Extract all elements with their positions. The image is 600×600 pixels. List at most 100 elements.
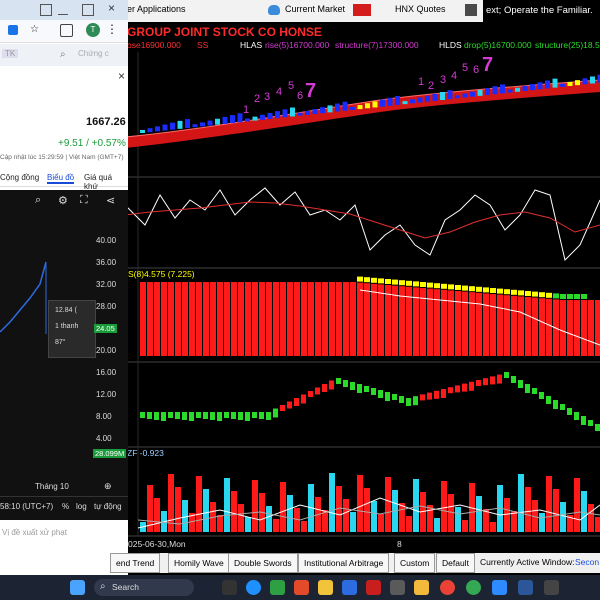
app-icon-5[interactable] [318, 580, 333, 595]
price-candle [492, 86, 498, 95]
lower-candle [140, 412, 145, 418]
price-candle [395, 95, 400, 105]
volume-bar [490, 522, 496, 532]
price-candle [470, 91, 475, 97]
applications-menu[interactable]: er Applications [127, 4, 186, 14]
more-icon[interactable]: ⋮ [106, 22, 118, 36]
hlas-structure: structure(7)17300.000 [335, 40, 419, 50]
close-icon[interactable]: × [118, 69, 125, 83]
tab-icon-1[interactable] [40, 4, 52, 16]
minimize-icon[interactable] [58, 4, 68, 15]
price-candle [260, 114, 265, 120]
price-candle [192, 124, 198, 128]
lower-candle [539, 392, 544, 399]
extension-icon[interactable] [60, 24, 73, 37]
app-icon-12[interactable] [492, 580, 507, 595]
volume-bar [231, 491, 237, 532]
lower-candle [364, 386, 369, 392]
histogram-cap [504, 289, 510, 295]
lower-candle [343, 380, 348, 387]
oscillator-red [124, 201, 600, 239]
task-view-icon[interactable] [222, 580, 237, 595]
search-box-placeholder[interactable]: Chứng c [78, 49, 109, 58]
volume-bar [266, 506, 272, 532]
word-icon[interactable] [518, 580, 533, 595]
chrome-icon-2[interactable] [466, 580, 481, 595]
lower-candle [329, 380, 334, 390]
share-icon[interactable]: ⋖ [106, 194, 115, 207]
folder-icon[interactable] [414, 580, 429, 595]
tab-double-swords[interactable]: Double Swords [228, 553, 298, 573]
current-market-menu[interactable]: Current Market [285, 4, 345, 14]
volume-bar [238, 504, 244, 532]
app-icon-6[interactable] [342, 580, 357, 595]
nav-chart[interactable]: Biểu đồ [47, 173, 75, 184]
lower-candle [252, 412, 257, 418]
volume-bar [406, 516, 412, 532]
close-value: ose16900.000 [127, 40, 181, 50]
price-candle [447, 90, 453, 100]
lower-candle [154, 412, 159, 420]
seq-2-4: 4 [451, 70, 458, 82]
histogram-bar [259, 282, 265, 356]
histogram-bar [329, 282, 335, 356]
lower-candle [371, 388, 376, 395]
price-candle [305, 110, 310, 115]
zoom-icon[interactable]: ⌕ [35, 194, 41, 207]
star-icon[interactable]: ☆ [30, 24, 39, 35]
tab-default[interactable]: Default [436, 553, 475, 573]
tab-custom[interactable]: Custom [394, 553, 436, 573]
lower-candle [560, 404, 565, 410]
log-toggle[interactable]: log [76, 502, 87, 511]
hnx-quotes-menu[interactable]: HNX Quotes [395, 4, 446, 14]
window-icon[interactable] [465, 4, 477, 16]
timezone-label[interactable]: 58:10 (UTC+7) [0, 502, 53, 511]
edge-icon[interactable] [246, 580, 261, 595]
fullscreen-icon[interactable]: ⛶ [80, 194, 88, 207]
nav-history[interactable]: Giá quá khứ [84, 173, 128, 191]
tab-homily-wave[interactable]: Homily Wave [168, 553, 230, 573]
app-icon-14[interactable] [544, 580, 559, 595]
office-icon[interactable] [294, 580, 309, 595]
seq-2-3: 3 [440, 74, 447, 86]
chrome-icon[interactable] [440, 580, 455, 595]
browser-tabs: × [0, 0, 128, 20]
window-close-icon[interactable]: × [108, 1, 115, 15]
histogram-cap [560, 294, 566, 299]
app-icon-8[interactable] [390, 580, 405, 595]
histogram-bar [357, 282, 363, 356]
histogram-bar [483, 293, 489, 356]
histogram-bar [210, 282, 216, 356]
price-candle [155, 126, 160, 132]
seq-2-1: 1 [418, 76, 425, 88]
app-icon-7[interactable] [366, 580, 381, 595]
volume-bar [329, 473, 335, 532]
volume-bar [357, 475, 363, 532]
lower-candle [189, 412, 194, 421]
taskbar-search[interactable]: ⌕ Search [94, 579, 194, 596]
profile-avatar[interactable]: T [86, 23, 100, 37]
histogram-bar [392, 285, 398, 356]
seq-1-5: 5 [288, 80, 295, 92]
histogram-cap [392, 279, 398, 285]
price-candle [275, 111, 280, 119]
address-bar[interactable]: ☆ T ⋮ [0, 20, 128, 43]
maximize-icon[interactable] [82, 4, 94, 16]
plus-circle-icon[interactable]: ⊕ [104, 481, 112, 492]
histogram-cap [413, 281, 419, 287]
lower-candle [315, 387, 320, 395]
search-icon[interactable]: ⌕ [60, 49, 66, 60]
volume-bar [546, 476, 552, 532]
windows-start-icon[interactable] [70, 580, 85, 595]
settings-icon[interactable]: ⚙ [58, 194, 68, 207]
tab-trend[interactable]: end Trend [110, 553, 161, 573]
histogram-cap [364, 277, 370, 283]
auto-toggle[interactable]: tự động [94, 502, 122, 511]
tab-institutional-arbitrage[interactable]: Institutional Arbitrage [298, 553, 390, 573]
percent-toggle[interactable]: % [62, 502, 69, 511]
xbox-icon[interactable] [270, 580, 285, 595]
histogram-bar [539, 298, 545, 356]
lower-candle [427, 392, 432, 400]
nav-community[interactable]: Cộng đồng [0, 173, 39, 182]
lower-candle [287, 401, 292, 409]
